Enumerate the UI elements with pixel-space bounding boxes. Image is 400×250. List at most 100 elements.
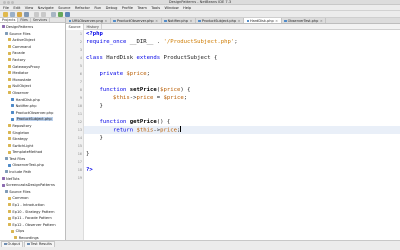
open-project-icon[interactable] bbox=[17, 12, 22, 17]
folder-icon bbox=[7, 78, 11, 82]
tree-item[interactable]: ProductObserver.php bbox=[0, 110, 65, 117]
toolbar bbox=[0, 11, 400, 18]
tree-item[interactable]: Factory bbox=[0, 57, 65, 64]
undo-icon[interactable] bbox=[34, 12, 39, 17]
tree-item[interactable]: ObserverTest.php bbox=[0, 162, 65, 169]
folder-icon bbox=[7, 130, 11, 134]
tree-item[interactable]: Ep10 - Strategy Pattern bbox=[0, 209, 65, 216]
tree-item[interactable]: ProductSubject.php bbox=[0, 116, 65, 123]
tree-item[interactable]: Test Files bbox=[0, 156, 65, 163]
tree-item[interactable]: Command bbox=[0, 44, 65, 51]
tree-item[interactable]: Mediator bbox=[0, 70, 65, 77]
tree-item[interactable]: Clips bbox=[0, 228, 65, 235]
code-line-10: } bbox=[99, 103, 103, 109]
package-root-icon bbox=[4, 31, 8, 35]
line-number: 3 bbox=[79, 48, 82, 52]
code-line-6: private $price; bbox=[99, 71, 151, 77]
tree-item-label: Ep10 - Strategy Pattern bbox=[12, 209, 55, 214]
save-all-icon[interactable] bbox=[24, 12, 29, 17]
line-number: 15 bbox=[77, 144, 82, 148]
tree-item[interactable]: HardDisk.php bbox=[0, 97, 65, 104]
tree-item[interactable]: Strategy bbox=[0, 136, 65, 143]
folder-icon bbox=[7, 137, 11, 141]
folder-icon bbox=[7, 91, 11, 95]
tree-item-label: Factory bbox=[12, 57, 26, 62]
output-tab[interactable]: Output bbox=[1, 241, 23, 247]
code-line-8: function setPrice($price) { bbox=[99, 87, 191, 93]
tree-item-label: GatewaysProxy bbox=[12, 64, 40, 69]
tree-item-label: Source Files bbox=[9, 189, 31, 194]
close-icon[interactable]: × bbox=[238, 19, 241, 23]
bottom-bar: Output Test Results bbox=[0, 240, 400, 250]
tree-item[interactable]: Common bbox=[0, 195, 65, 202]
tree-item[interactable]: Observer bbox=[0, 90, 65, 97]
tree-item[interactable]: Source Files bbox=[0, 31, 65, 38]
tree-item-label: Include Path bbox=[9, 170, 32, 175]
folder-icon bbox=[7, 150, 11, 154]
bottom-tabs: Output Test Results bbox=[1, 241, 55, 247]
build-icon[interactable] bbox=[51, 12, 56, 17]
folder-icon bbox=[7, 38, 11, 42]
code-editor[interactable]: <?php require_once __DIR__ . '/ProductSu… bbox=[84, 30, 400, 240]
tree-item[interactable]: Ep1 - Introduction bbox=[0, 202, 65, 209]
tree-item[interactable]: SwitchLight bbox=[0, 143, 65, 150]
tree-item[interactable]: Ep11 - Facade Pattern bbox=[0, 215, 65, 222]
php-file-icon bbox=[11, 117, 15, 121]
line-number: 16 bbox=[77, 152, 82, 156]
close-icon[interactable]: × bbox=[104, 19, 107, 23]
tree-item[interactable]: ScreencastsDesignPatterns bbox=[0, 182, 65, 189]
tree-item[interactable]: TemplateMethod bbox=[0, 149, 65, 156]
folder-icon bbox=[7, 45, 11, 49]
tree-item[interactable]: Notifier.php bbox=[0, 103, 65, 110]
tree-item[interactable]: Source Files bbox=[0, 189, 65, 196]
line-number: 6 bbox=[79, 72, 82, 76]
new-project-icon[interactable] bbox=[3, 12, 8, 17]
line-number: 1 bbox=[79, 32, 82, 36]
line-number: 13 bbox=[77, 128, 82, 132]
tree-item-label: DesignPatterns bbox=[6, 25, 34, 29]
test-results-tab[interactable]: Test Results bbox=[24, 241, 55, 247]
tree-item-label: Ep12 - Observer Pattern bbox=[12, 222, 56, 227]
line-number: 4 bbox=[79, 56, 82, 60]
close-icon[interactable]: × bbox=[155, 19, 158, 23]
tree-item[interactable]: Include Path bbox=[0, 169, 65, 176]
folder-icon bbox=[7, 58, 11, 62]
tree-item[interactable]: Repository bbox=[0, 123, 65, 130]
php-file-icon bbox=[11, 111, 15, 115]
output-icon bbox=[4, 242, 7, 245]
tree-item-label: SwitchLight bbox=[12, 143, 34, 148]
tree-item[interactable]: ActiveObject bbox=[0, 37, 65, 44]
folder-icon bbox=[7, 209, 11, 213]
tree-item[interactable]: Ep12 - Observer Pattern bbox=[0, 222, 65, 229]
run-icon[interactable] bbox=[58, 12, 63, 17]
debug-icon[interactable] bbox=[65, 12, 70, 17]
project-icon bbox=[1, 176, 5, 180]
projects-panel: Projects Files Services DesignPatterns Sour… bbox=[0, 18, 66, 240]
php-file-icon bbox=[198, 19, 201, 22]
tree-item-label: Facade bbox=[12, 51, 25, 56]
line-number: 5 bbox=[79, 64, 82, 68]
close-icon[interactable]: × bbox=[320, 19, 323, 23]
tree-item[interactable]: NullObject bbox=[0, 83, 65, 90]
close-icon[interactable]: × bbox=[275, 19, 278, 23]
line-number: 18 bbox=[77, 168, 82, 172]
php-file-icon bbox=[11, 97, 15, 101]
tree-item-label: Repository bbox=[12, 123, 32, 128]
tree-item-label: Singleton bbox=[12, 130, 30, 135]
tree-item[interactable]: NetTuts bbox=[0, 176, 65, 183]
redo-icon[interactable] bbox=[41, 12, 46, 17]
tree-item[interactable]: Facade bbox=[0, 50, 65, 57]
close-icon[interactable]: × bbox=[189, 19, 192, 23]
tree-item-label: ProductSubject.php bbox=[15, 117, 53, 122]
tree-item[interactable]: Singleton bbox=[0, 130, 65, 137]
tree-item[interactable]: DesignPatterns bbox=[0, 24, 65, 31]
line-number: 2 bbox=[79, 40, 82, 44]
project-tree: DesignPatterns Source Files ActiveObject Co… bbox=[0, 23, 65, 240]
tree-item[interactable]: Monostate bbox=[0, 77, 65, 84]
code-line-1: <?php bbox=[86, 31, 103, 37]
tree-item-label: Observer bbox=[12, 90, 29, 95]
new-file-icon[interactable] bbox=[10, 12, 15, 17]
line-number: 11 bbox=[77, 112, 82, 116]
package-root-icon bbox=[4, 157, 8, 161]
tree-item[interactable]: GatewaysProxy bbox=[0, 64, 65, 71]
